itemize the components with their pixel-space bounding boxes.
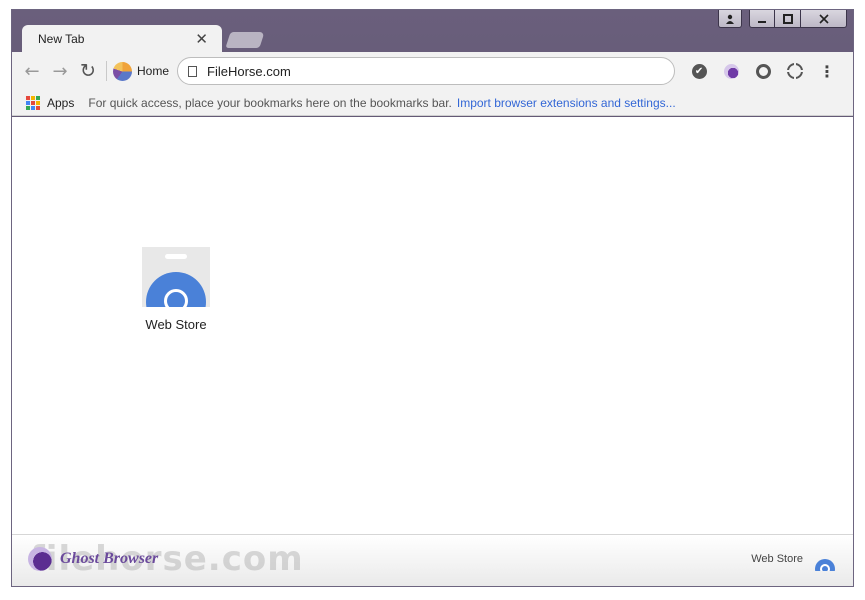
page-icon (188, 65, 198, 77)
new-tab-page: Web Store (12, 117, 853, 534)
ghost-browser-brand: Ghost Browser (28, 547, 158, 571)
new-tab-button[interactable] (225, 32, 265, 48)
minimize-icon[interactable] (749, 10, 775, 28)
web-store-tile[interactable]: Web Store (126, 247, 226, 332)
home-button[interactable]: Home (113, 61, 170, 81)
window-controls (718, 10, 847, 28)
brand-name: Ghost Browser (60, 550, 159, 567)
apps-link[interactable]: Apps (47, 96, 74, 110)
ghost-extension-button[interactable] (715, 57, 747, 85)
tab-close-icon[interactable]: ✕ (195, 30, 208, 48)
crosshair-icon (786, 62, 805, 80)
user-icon[interactable] (718, 10, 742, 28)
bookmarks-bar: Apps For quick access, place your bookma… (12, 90, 853, 116)
check-circle-icon: ✔ (691, 63, 707, 79)
footer-bar: filehorse.com Ghost Browser Web Store (12, 534, 853, 586)
address-input[interactable] (207, 63, 648, 79)
check-extension-button[interactable]: ✔ (683, 57, 715, 85)
extensions-area: ✔ ⋮ (683, 57, 843, 85)
web-store-link[interactable]: Web Store (751, 553, 803, 565)
close-icon[interactable] (801, 10, 847, 28)
toolbar: ← → ↻ Home ✔ ⋮ (12, 52, 853, 90)
back-button[interactable]: ← (18, 57, 46, 85)
bookmarks-hint: For quick access, place your bookmarks h… (88, 95, 452, 110)
crosshair-extension-button[interactable] (779, 57, 811, 85)
address-bar[interactable] (177, 57, 676, 85)
menu-button[interactable]: ⋮ (811, 57, 843, 85)
home-label: Home (137, 64, 170, 78)
ghost-browser-logo-icon (28, 547, 52, 571)
reload-button[interactable]: ↻ (74, 57, 102, 85)
ghost-browser-logo-icon (113, 61, 132, 81)
forward-button[interactable]: → (46, 57, 74, 85)
maximize-icon[interactable] (775, 10, 801, 28)
q-icon (755, 63, 771, 79)
import-link[interactable]: Import browser extensions and settings..… (457, 96, 676, 110)
browser-window: New Tab ✕ ← → ↻ Home ✔ (11, 9, 854, 587)
tab-title: New Tab (38, 31, 85, 46)
ghost-icon (723, 63, 739, 79)
web-store-small-icon[interactable] (815, 553, 835, 571)
q-extension-button[interactable] (747, 57, 779, 85)
more-vert-icon: ⋮ (819, 61, 836, 81)
apps-grid-icon[interactable] (26, 95, 40, 110)
toolbar-divider (106, 61, 107, 81)
web-store-tile-label: Web Store (145, 317, 207, 332)
tab-new-tab[interactable]: New Tab ✕ (22, 25, 222, 52)
web-store-icon (142, 247, 210, 307)
